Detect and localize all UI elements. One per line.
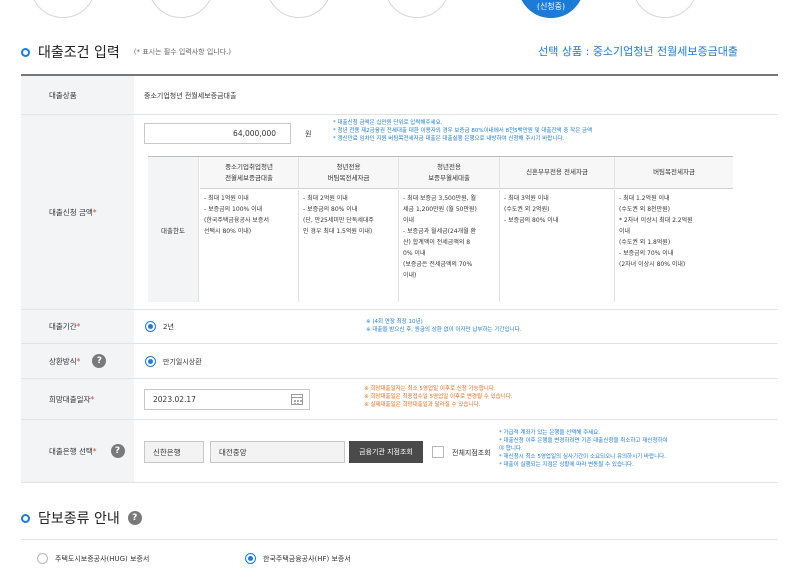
product-value: 중소기업청년 전월세보증금대출 [144, 92, 237, 100]
period-label: 대출기간 * [21, 310, 134, 343]
limit-col-header: 버팀목전세자금 [615, 157, 733, 189]
bank-label: 대출은행 선택 * ? [21, 420, 134, 482]
date-label: 희망대출일자 * [21, 379, 134, 419]
limit-col-header: 신혼부부전용 전세자금 [500, 157, 615, 189]
loan-limit-table: 대출한도 중소기업취업청년 전월세보증금대출 청년전용 버팀목전세자금 청년전용 보증… [148, 156, 733, 302]
branch-field: 대전중앙 [210, 441, 345, 463]
all-branch-checkbox[interactable] [432, 446, 444, 458]
selected-product: 선택 상품 : 중소기업청년 전월세보증금대출 [538, 45, 738, 58]
repay-label: 상환방식 * ? [21, 344, 134, 378]
section-bullet-icon [21, 513, 30, 523]
help-icon[interactable]: ? [110, 444, 125, 458]
amount-unit: 원 [305, 130, 312, 138]
amount-input[interactable]: 64,000,000 [144, 123, 291, 144]
step-circle [30, 0, 96, 18]
limit-col-header: 중소기업취업청년 전월세보증금대출 [200, 157, 299, 189]
section-bullet-icon [21, 47, 30, 57]
section-title-text: 대출조건 입력 [38, 45, 120, 61]
calendar-icon[interactable] [291, 394, 303, 405]
repay-option: 만기일시상환 [163, 358, 202, 366]
product-label: 대출상품 [21, 76, 134, 114]
all-branch-label: 전체지점조회 [452, 449, 491, 457]
row-period: 대출기간 * 2년 ※ (4회 연장 최장 10년) ※ 대출을 받으신 후, 원… [21, 310, 778, 344]
section-title-text: 담보종류 안내 [38, 511, 120, 527]
collateral-divider [21, 539, 778, 540]
limit-col-header: 청년전용 보증부월세대출 [399, 157, 500, 189]
limit-cell: - 최대 2억원 이내 - 보증금의 80% 이내 (단, 만25세미만 단독세대… [299, 190, 399, 302]
hf-radio[interactable] [245, 553, 256, 564]
loan-application-page: (신청중) 대출조건 입력 (* 표시는 필수 입력사항 입니다.) 선택 상품… [0, 0, 800, 568]
period-option: 2년 [163, 323, 174, 331]
amount-notes: * 대출신청 금액은 십만원 단위로 입력해주세요. * 청년 전용 제2금융권… [333, 120, 593, 142]
amount-label: 대출신청 금액 * [21, 115, 134, 309]
row-product: 대출상품 중소기업청년 전월세보증금대출 [21, 76, 778, 115]
limit-cell: - 최대 1.2억원 이내 (수도권 외 8천만원) * 2자녀 이상시 최대 2… [619, 195, 693, 268]
limit-side-label: 대출한도 [148, 157, 199, 302]
limit-cell: - 최대 1억원 이내 - 보증금의 100% 이내 (한국주택금융공사 보증서 선… [200, 190, 299, 302]
step-active-label: (신청중) [536, 2, 566, 11]
row-amount: 대출신청 금액 * 64,000,000 원 * 대출신청 금액은 십만원 단위로… [21, 115, 778, 310]
section-title-loan-conditions: 대출조건 입력 (* 표시는 필수 입력사항 입니다.) [21, 42, 231, 62]
hf-option-label: 한국주택금융공사(HF) 보증서 [263, 555, 351, 563]
bank-notes: * 가급적 계좌가 있는 은행을 선택해 주세요. * 대출신청 이후 은행을 … [499, 430, 668, 468]
step-circle [632, 0, 698, 18]
step-circle [148, 0, 214, 18]
date-value: 2023.02.17 [153, 395, 196, 404]
section-title-collateral: 담보종류 안내 ? [21, 508, 142, 528]
help-icon[interactable]: ? [92, 354, 107, 368]
row-bank: 대출은행 선택 * ? 신한은행 대전중앙 금융기관 지점조회 전체지점조회 * … [21, 420, 778, 483]
branch-search-button[interactable]: 금융기관 지점조회 [349, 441, 423, 463]
loan-form: 대출상품 중소기업청년 전월세보증금대출 대출신청 금액 * 64,000,000… [21, 74, 778, 483]
step-circle [266, 0, 332, 18]
help-icon[interactable]: ? [127, 511, 142, 525]
date-input[interactable]: 2023.02.17 [144, 389, 310, 410]
hug-radio[interactable] [37, 553, 48, 564]
hug-option-label: 주택도시보증공사(HUG) 보증서 [55, 555, 150, 563]
limit-cell: - 최대 3억원 이내 (수도권 외 2억원) - 보증금의 80% 이내 [500, 190, 615, 302]
row-repay: 상환방식 * ? 만기일시상환 [21, 344, 778, 379]
period-radio[interactable] [145, 321, 156, 332]
date-notes: ※ 희망대출일자는 최소 5영업일 이후로 신청 가능합니다. ※ 희망대출일은… [364, 386, 513, 408]
required-note: (* 표시는 필수 입력사항 입니다.) [133, 48, 232, 56]
limit-col-header: 청년전용 버팀목전세자금 [299, 157, 399, 189]
step-circle [384, 0, 450, 18]
row-date: 희망대출일자 * 2023.02.17 ※ 희망대출일자는 최소 5영업일 이후로… [21, 379, 778, 420]
step-indicator: (신청중) [0, 0, 800, 18]
step-circle-active: (신청중) [518, 0, 584, 18]
repay-radio[interactable] [145, 356, 156, 367]
bank-name-field: 신한은행 [144, 441, 204, 463]
limit-cell: - 최대 보증금 3,500만원, 월 세금 1,200만원 (월 50만원) 이… [399, 190, 500, 302]
period-notes: ※ (4회 연장 최장 10년) ※ 대출을 받으신 후, 원금의 상환 없이 … [366, 319, 522, 333]
